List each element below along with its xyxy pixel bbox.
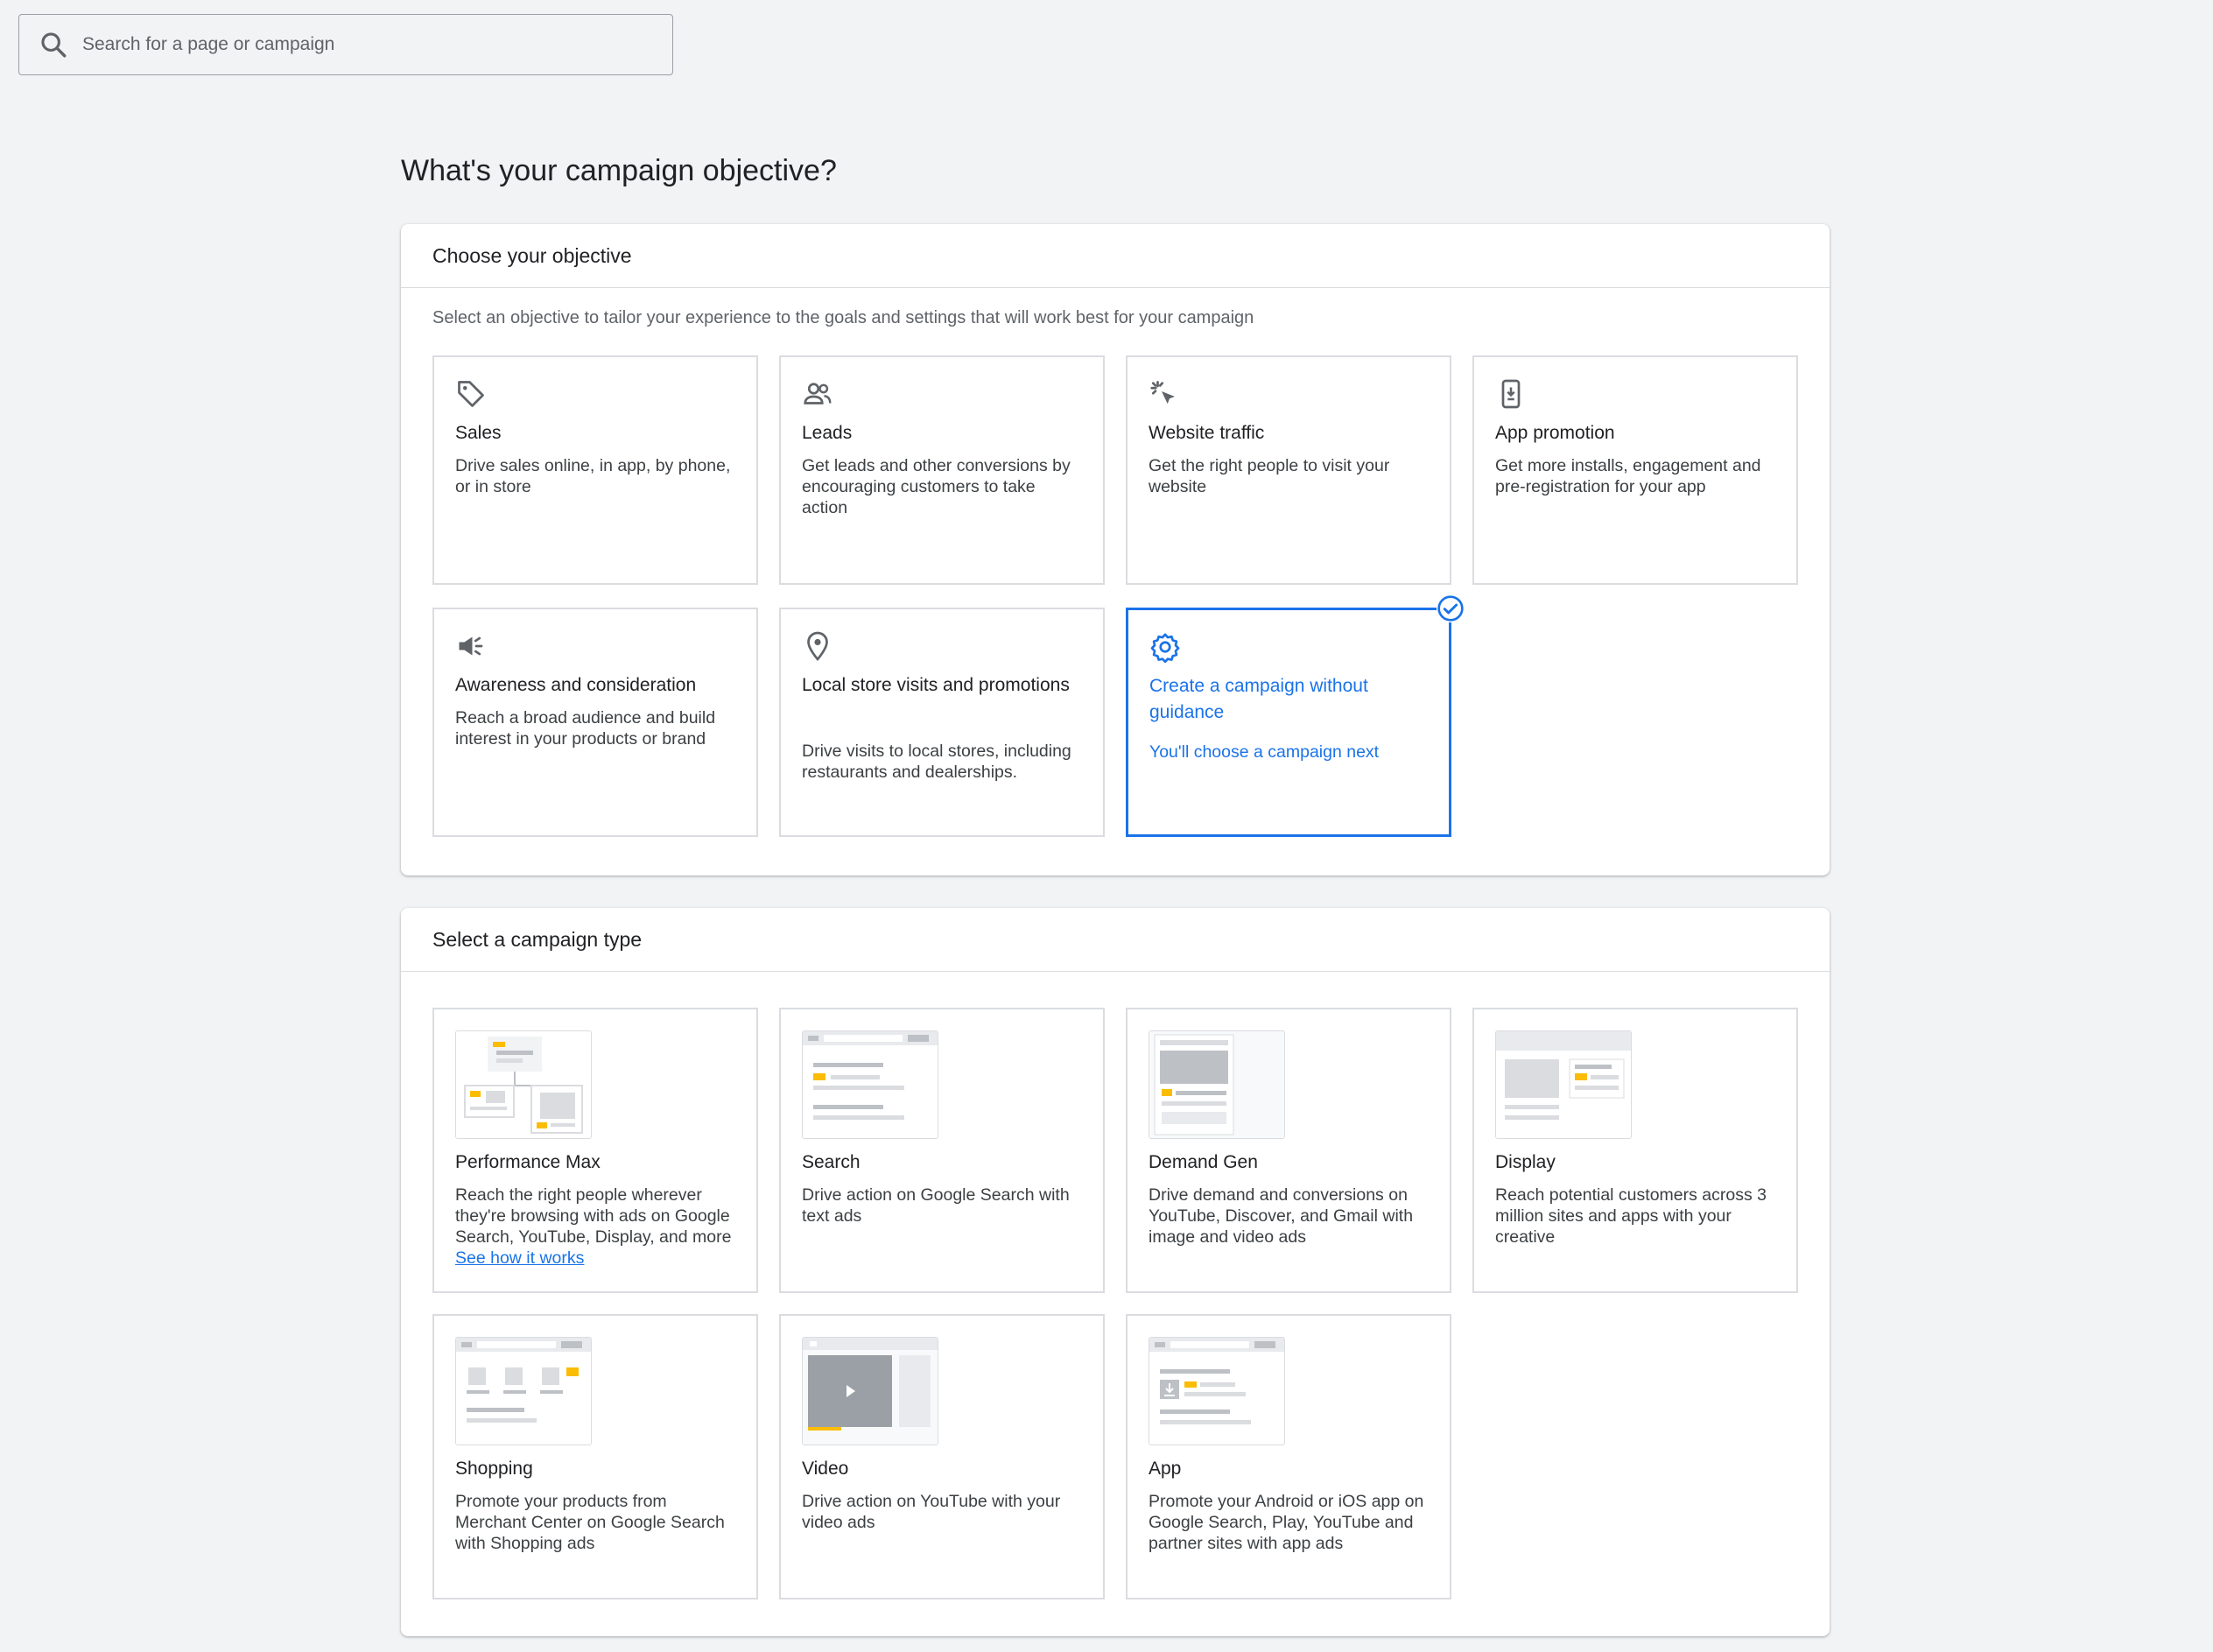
video-illustration [802,1337,938,1445]
campaign-title: Search [802,1152,861,1172]
objective-desc: Get leads and other conversions by encou… [802,456,1071,517]
objective-desc: Get the right people to visit your websi… [1149,456,1390,496]
objective-desc: Drive sales online, in app, by phone, or… [455,456,731,496]
demand-gen-illustration [1149,1030,1285,1139]
tag-icon [458,381,484,407]
app-illustration [1149,1337,1285,1445]
objective-title: Create a campaign without guidance [1149,676,1368,722]
objective-desc: Reach a broad audience and build interes… [455,708,716,749]
objective-card-header: Choose your objective [401,224,1830,288]
campaign-desc: Drive demand and conversions on YouTube,… [1149,1185,1414,1247]
display-illustration [1495,1030,1632,1139]
campaign-desc: Promote your products from Merchant Cent… [455,1492,725,1553]
selected-check-icon [1437,594,1465,622]
campaign-title: Video [802,1459,849,1479]
shopping-illustration [455,1337,592,1445]
campaign-title: App [1149,1459,1182,1479]
campaign-tile-display[interactable]: Display Reach potential customers across… [1472,1008,1798,1293]
objective-tile-sales[interactable]: Sales Drive sales online, in app, by pho… [432,355,758,585]
objective-description: Select an objective to tailor your exper… [432,308,1254,327]
gear-icon [1150,633,1180,663]
search-input[interactable]: Search for a page or campaign [82,34,334,55]
campaign-tile-app[interactable]: App Promote your Android or iOS app on G… [1126,1314,1451,1599]
campaign-tile-video[interactable]: Video Drive action on YouTube with your … [779,1314,1105,1599]
objective-title: Awareness and consideration [455,675,697,695]
campaign-title: Performance Max [455,1152,601,1172]
location-pin-icon [807,631,828,662]
objective-desc: Drive visits to local stores, including … [802,742,1071,782]
campaign-title: Shopping [455,1459,533,1479]
megaphone-icon [459,636,483,656]
campaign-desc: Reach the right people wherever they're … [455,1185,735,1269]
objective-tile-no-guidance[interactable]: Create a campaign without guidance You'l… [1126,594,1465,837]
phone-download-icon [1501,379,1521,409]
objective-tile-website-traffic[interactable]: Website traffic Get the right people to … [1126,355,1451,585]
campaign-tile-demand-gen[interactable]: Demand Gen Drive demand and conversions … [1126,1008,1451,1293]
objective-title: App promotion [1495,423,1615,443]
objective-title: Local store visits and promotions [802,675,1070,695]
performance-max-illustration [455,1030,592,1139]
objective-title: Leads [802,423,853,443]
objective-tile-app-promotion[interactable]: App promotion Get more installs, engagem… [1472,355,1798,585]
campaign-title: Demand Gen [1149,1152,1258,1172]
campaign-type-card: Select a campaign type Performance Max R… [401,908,1830,1636]
campaign-desc: Promote your Android or iOS app on Googl… [1149,1492,1424,1553]
objective-desc: Get more installs, engagement and pre-re… [1495,456,1761,496]
search-illustration [802,1030,938,1139]
campaign-tile-shopping[interactable]: Shopping Promote your products from Merc… [432,1314,758,1599]
campaign-desc: Reach potential customers across 3 milli… [1495,1185,1767,1247]
objective-tile-awareness[interactable]: Awareness and consideration Reach a broa… [432,608,758,837]
see-how-it-works-link[interactable]: See how it works [455,1248,584,1268]
campaign-desc-text: Reach the right people wherever they're … [455,1185,732,1247]
objective-title: Website traffic [1149,423,1265,443]
objective-desc: You'll choose a campaign next [1149,742,1380,762]
campaign-desc: Drive action on YouTube with your video … [802,1492,1061,1532]
campaign-type-card-header: Select a campaign type [401,908,1830,972]
people-icon [804,383,832,404]
objective-title: Sales [455,423,502,443]
campaign-title: Display [1495,1152,1556,1172]
objective-tile-leads[interactable]: Leads Get leads and other conversions by… [779,355,1105,585]
cursor-click-icon [1150,381,1175,404]
objective-tile-local-store[interactable]: Local store visits and promotions Drive … [779,608,1105,837]
search-icon [41,32,67,58]
campaign-tile-search[interactable]: Search Drive action on Google Search wit… [779,1008,1105,1293]
objective-card: Choose your objective Select an objectiv… [401,224,1830,875]
page-title: What's your campaign objective? [401,154,837,187]
campaign-desc: Drive action on Google Search with text … [802,1185,1070,1226]
campaign-tile-performance-max[interactable]: Performance Max Reach the right people w… [432,1008,758,1293]
search-bar[interactable]: Search for a page or campaign [18,14,673,75]
